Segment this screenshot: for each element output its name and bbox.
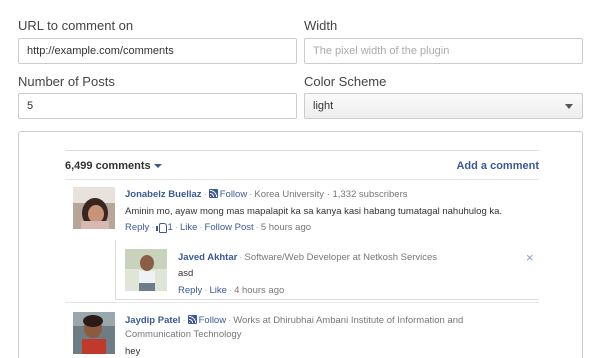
commenter-name[interactable]: Jonabelz Buellaz <box>125 189 202 200</box>
rss-icon <box>187 315 197 324</box>
add-comment-link[interactable]: Add a comment <box>456 160 539 172</box>
url-label: URL to comment on <box>18 18 134 33</box>
avatar[interactable] <box>125 249 167 291</box>
posts-label: Number of Posts <box>18 74 115 89</box>
avatar-photo <box>73 187 115 229</box>
commenter-name[interactable]: Jaydip Patel <box>125 315 180 326</box>
commenter-meta: Software/Web Developer at Netkosh Servic… <box>244 252 438 263</box>
avatar-photo <box>125 249 167 291</box>
width-input[interactable] <box>304 38 583 64</box>
thumbs-up-icon <box>156 222 168 233</box>
divider <box>65 302 539 303</box>
caret-down-icon <box>153 164 162 169</box>
comment-count-dropdown[interactable]: 6,499 comments <box>65 160 162 172</box>
commenter-meta-continued: Communication Technology <box>125 329 242 340</box>
close-icon[interactable]: × <box>526 250 534 265</box>
comment-count: 6,499 comments <box>65 160 151 172</box>
color-scheme-select[interactable]: light <box>304 93 583 119</box>
comment-text: asd <box>178 268 194 279</box>
commenter-meta: Korea University · 1,332 subscribers <box>254 189 408 200</box>
follow-post-link[interactable]: Follow Post <box>205 222 254 233</box>
color-scheme-value: light <box>313 100 334 112</box>
like-link[interactable]: Like <box>209 285 226 296</box>
color-scheme-label: Color Scheme <box>304 74 387 89</box>
comment-time[interactable]: 4 hours ago <box>234 285 284 296</box>
follow-link[interactable]: Follow <box>199 315 226 326</box>
width-label: Width <box>304 18 338 33</box>
chevron-down-icon <box>565 104 573 109</box>
avatar-photo <box>73 312 115 354</box>
follow-link[interactable]: Follow <box>220 189 247 200</box>
commenter-name[interactable]: Javed Akhtar <box>178 252 237 263</box>
commenter-meta: Works at Dhirubhai Ambani Institute of I… <box>233 315 464 326</box>
comment-text: hey <box>125 346 141 357</box>
rss-icon <box>208 189 218 198</box>
posts-input[interactable] <box>18 93 297 119</box>
reply-link[interactable]: Reply <box>125 222 149 233</box>
url-input[interactable] <box>18 38 297 64</box>
like-link[interactable]: Like <box>180 222 197 233</box>
reply-link[interactable]: Reply <box>178 285 202 296</box>
comment-time[interactable]: 5 hours ago <box>261 222 311 233</box>
avatar[interactable] <box>73 312 115 354</box>
comment-text: Aminin mo, ayaw mong mas mapalapit ka sa… <box>125 206 503 217</box>
like-count: 1 <box>167 222 173 233</box>
avatar[interactable] <box>73 187 115 229</box>
comments-header: 6,499 comments Add a comment <box>65 150 539 180</box>
